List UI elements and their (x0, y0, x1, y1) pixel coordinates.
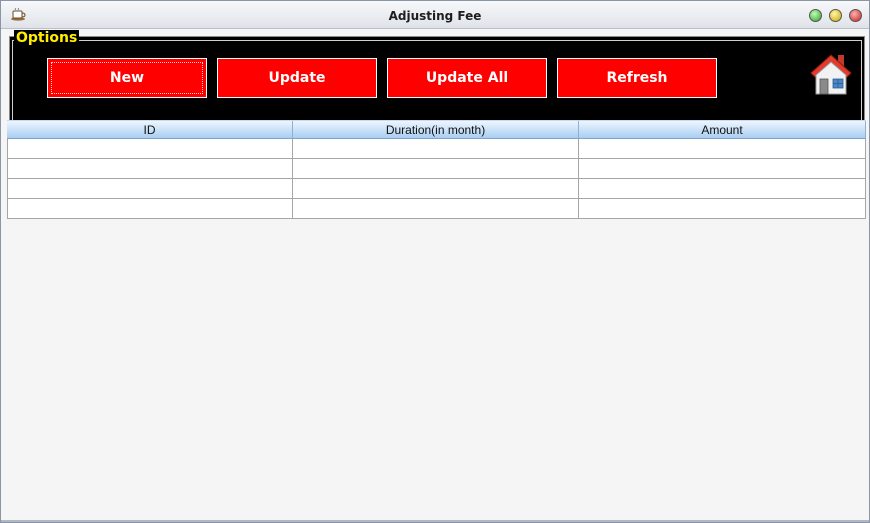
fee-table: ID Duration(in month) Amount (7, 120, 866, 518)
table-row[interactable] (7, 139, 866, 159)
column-header-amount[interactable]: Amount (579, 121, 866, 138)
table-cell[interactable] (7, 179, 293, 199)
refresh-button[interactable]: Refresh (557, 58, 717, 98)
table-cell[interactable] (579, 199, 866, 219)
table-cell[interactable] (579, 179, 866, 199)
table-cell[interactable] (293, 199, 579, 219)
title-bar[interactable]: Adjusting Fee (1, 1, 869, 29)
column-header-id[interactable]: ID (7, 121, 293, 138)
home-icon[interactable] (807, 49, 855, 97)
column-header-duration[interactable]: Duration(in month) (293, 121, 579, 138)
table-cell[interactable] (293, 179, 579, 199)
table-cell[interactable] (293, 159, 579, 179)
update-all-button[interactable]: Update All (387, 58, 547, 98)
table-cell[interactable] (579, 139, 866, 159)
table-row[interactable] (7, 199, 866, 219)
maximize-button[interactable] (829, 9, 842, 22)
options-legend: Options (14, 30, 80, 46)
update-button[interactable]: Update (217, 58, 377, 98)
table-cell[interactable] (7, 199, 293, 219)
main-window: Adjusting Fee Options New Update Update … (0, 0, 870, 523)
table-cell[interactable] (293, 139, 579, 159)
table-body (7, 139, 866, 219)
table-cell[interactable] (7, 139, 293, 159)
table-cell[interactable] (7, 159, 293, 179)
minimize-button[interactable] (809, 9, 822, 22)
table-row[interactable] (7, 179, 866, 199)
window-bottom-edge (1, 520, 869, 522)
close-button[interactable] (849, 9, 862, 22)
table-header: ID Duration(in month) Amount (7, 120, 866, 139)
new-button[interactable]: New (47, 58, 207, 98)
table-row[interactable] (7, 159, 866, 179)
window-title: Adjusting Fee (388, 9, 482, 23)
table-cell[interactable] (579, 159, 866, 179)
